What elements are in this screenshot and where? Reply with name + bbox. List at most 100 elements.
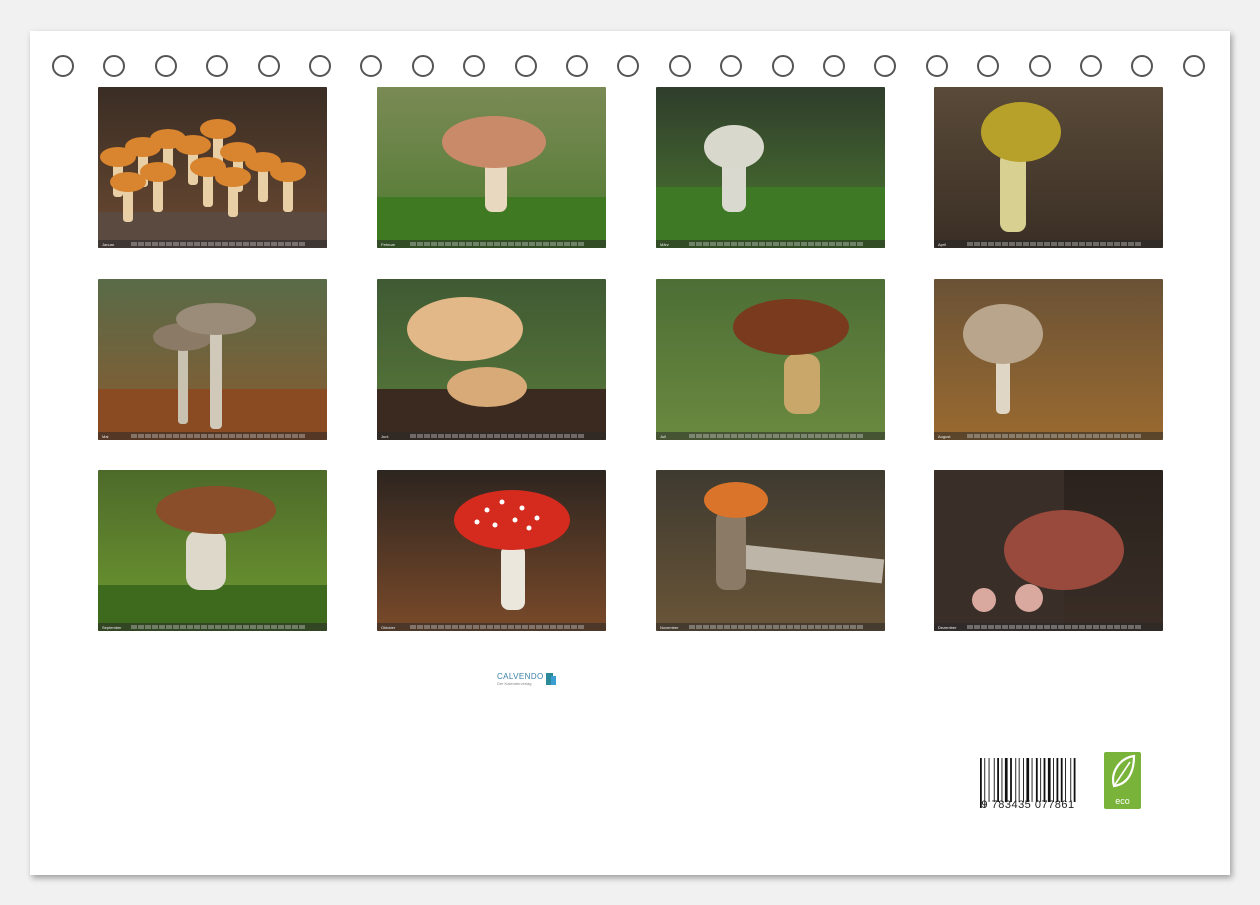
month-thumbnail: August xyxy=(934,279,1163,440)
day-cell xyxy=(515,625,521,629)
day-cell xyxy=(1072,625,1078,629)
day-cell xyxy=(1058,625,1064,629)
day-cell xyxy=(1065,242,1071,246)
day-cell xyxy=(836,434,842,438)
day-cell xyxy=(250,434,256,438)
month-thumbnail: November xyxy=(656,470,885,631)
day-cell xyxy=(717,625,723,629)
day-cell xyxy=(1016,434,1022,438)
day-cell xyxy=(1135,625,1141,629)
day-cell xyxy=(138,434,144,438)
day-cell xyxy=(1107,625,1113,629)
day-cell xyxy=(967,242,973,246)
day-cell xyxy=(967,434,973,438)
day-cell xyxy=(466,242,472,246)
day-cell xyxy=(264,434,270,438)
month-date-strip: April xyxy=(934,240,1163,248)
day-cell xyxy=(564,242,570,246)
day-cell xyxy=(438,434,444,438)
day-cell xyxy=(738,625,744,629)
month-thumbnail: Juni xyxy=(377,279,606,440)
month-thumbnail: Mai xyxy=(98,279,327,440)
binding-ring xyxy=(771,55,794,77)
day-cell xyxy=(1044,625,1050,629)
day-cell xyxy=(564,434,570,438)
day-cell xyxy=(822,242,828,246)
day-cell xyxy=(250,625,256,629)
day-cell xyxy=(278,242,284,246)
publisher-name: CALVENDO xyxy=(497,672,544,681)
binding-ring xyxy=(52,55,74,77)
day-cell xyxy=(571,434,577,438)
month-date-strip: Januar xyxy=(98,240,327,248)
day-cell xyxy=(550,242,556,246)
month-thumbnail: März xyxy=(656,87,885,248)
day-cell xyxy=(1093,434,1099,438)
day-cell xyxy=(459,242,465,246)
day-cell xyxy=(480,625,486,629)
day-cell xyxy=(1114,625,1120,629)
day-cell xyxy=(466,434,472,438)
day-cell xyxy=(815,434,821,438)
day-cell xyxy=(522,242,528,246)
day-cell xyxy=(752,434,758,438)
publisher-logo: CALVENDO Der Kalenderverlag xyxy=(497,672,556,692)
day-cell xyxy=(1079,242,1085,246)
day-cell xyxy=(1037,434,1043,438)
day-cell xyxy=(689,625,695,629)
month-name: Dezember xyxy=(938,624,957,630)
day-cell xyxy=(857,242,863,246)
day-cell xyxy=(773,625,779,629)
day-cell xyxy=(292,242,298,246)
month-name: April xyxy=(938,241,947,247)
day-cell xyxy=(967,625,973,629)
day-cell xyxy=(431,625,437,629)
day-cell xyxy=(1100,625,1106,629)
day-cell xyxy=(752,242,758,246)
day-cell xyxy=(808,625,814,629)
day-cell xyxy=(166,242,172,246)
day-cell xyxy=(138,625,144,629)
day-cell xyxy=(557,434,563,438)
day-cell xyxy=(480,242,486,246)
day-cell xyxy=(543,625,549,629)
month-date-strip: August xyxy=(934,432,1163,440)
day-cell xyxy=(417,434,423,438)
day-cell xyxy=(222,434,228,438)
binding-ring xyxy=(925,55,948,77)
day-cell xyxy=(166,434,172,438)
day-cell xyxy=(1023,242,1029,246)
day-cell xyxy=(257,434,263,438)
day-cell xyxy=(1065,625,1071,629)
day-cell xyxy=(752,625,758,629)
day-cell xyxy=(208,242,214,246)
day-cell xyxy=(731,625,737,629)
month-date-strip: Dezember xyxy=(934,623,1163,631)
day-cell xyxy=(487,625,493,629)
month-name: September xyxy=(102,624,122,630)
day-cell xyxy=(271,242,277,246)
day-cell xyxy=(536,625,542,629)
day-cell xyxy=(159,434,165,438)
day-cell xyxy=(1002,625,1008,629)
day-cell xyxy=(187,434,193,438)
binding-ring xyxy=(1182,55,1205,77)
day-cell xyxy=(229,625,235,629)
day-cell xyxy=(689,434,695,438)
day-cell xyxy=(1044,434,1050,438)
month-name: Oktober xyxy=(381,624,396,630)
day-cell xyxy=(187,242,193,246)
day-cell xyxy=(424,434,430,438)
binding-ring xyxy=(668,55,691,77)
day-cell xyxy=(773,434,779,438)
day-cell xyxy=(187,625,193,629)
day-cell xyxy=(173,625,179,629)
month-date-strip: Oktober xyxy=(377,623,606,631)
day-cell xyxy=(857,434,863,438)
day-cell xyxy=(1023,434,1029,438)
day-cell xyxy=(738,434,744,438)
day-cell xyxy=(1079,434,1085,438)
day-cell xyxy=(571,242,577,246)
day-cell xyxy=(410,242,416,246)
day-cell xyxy=(145,625,151,629)
